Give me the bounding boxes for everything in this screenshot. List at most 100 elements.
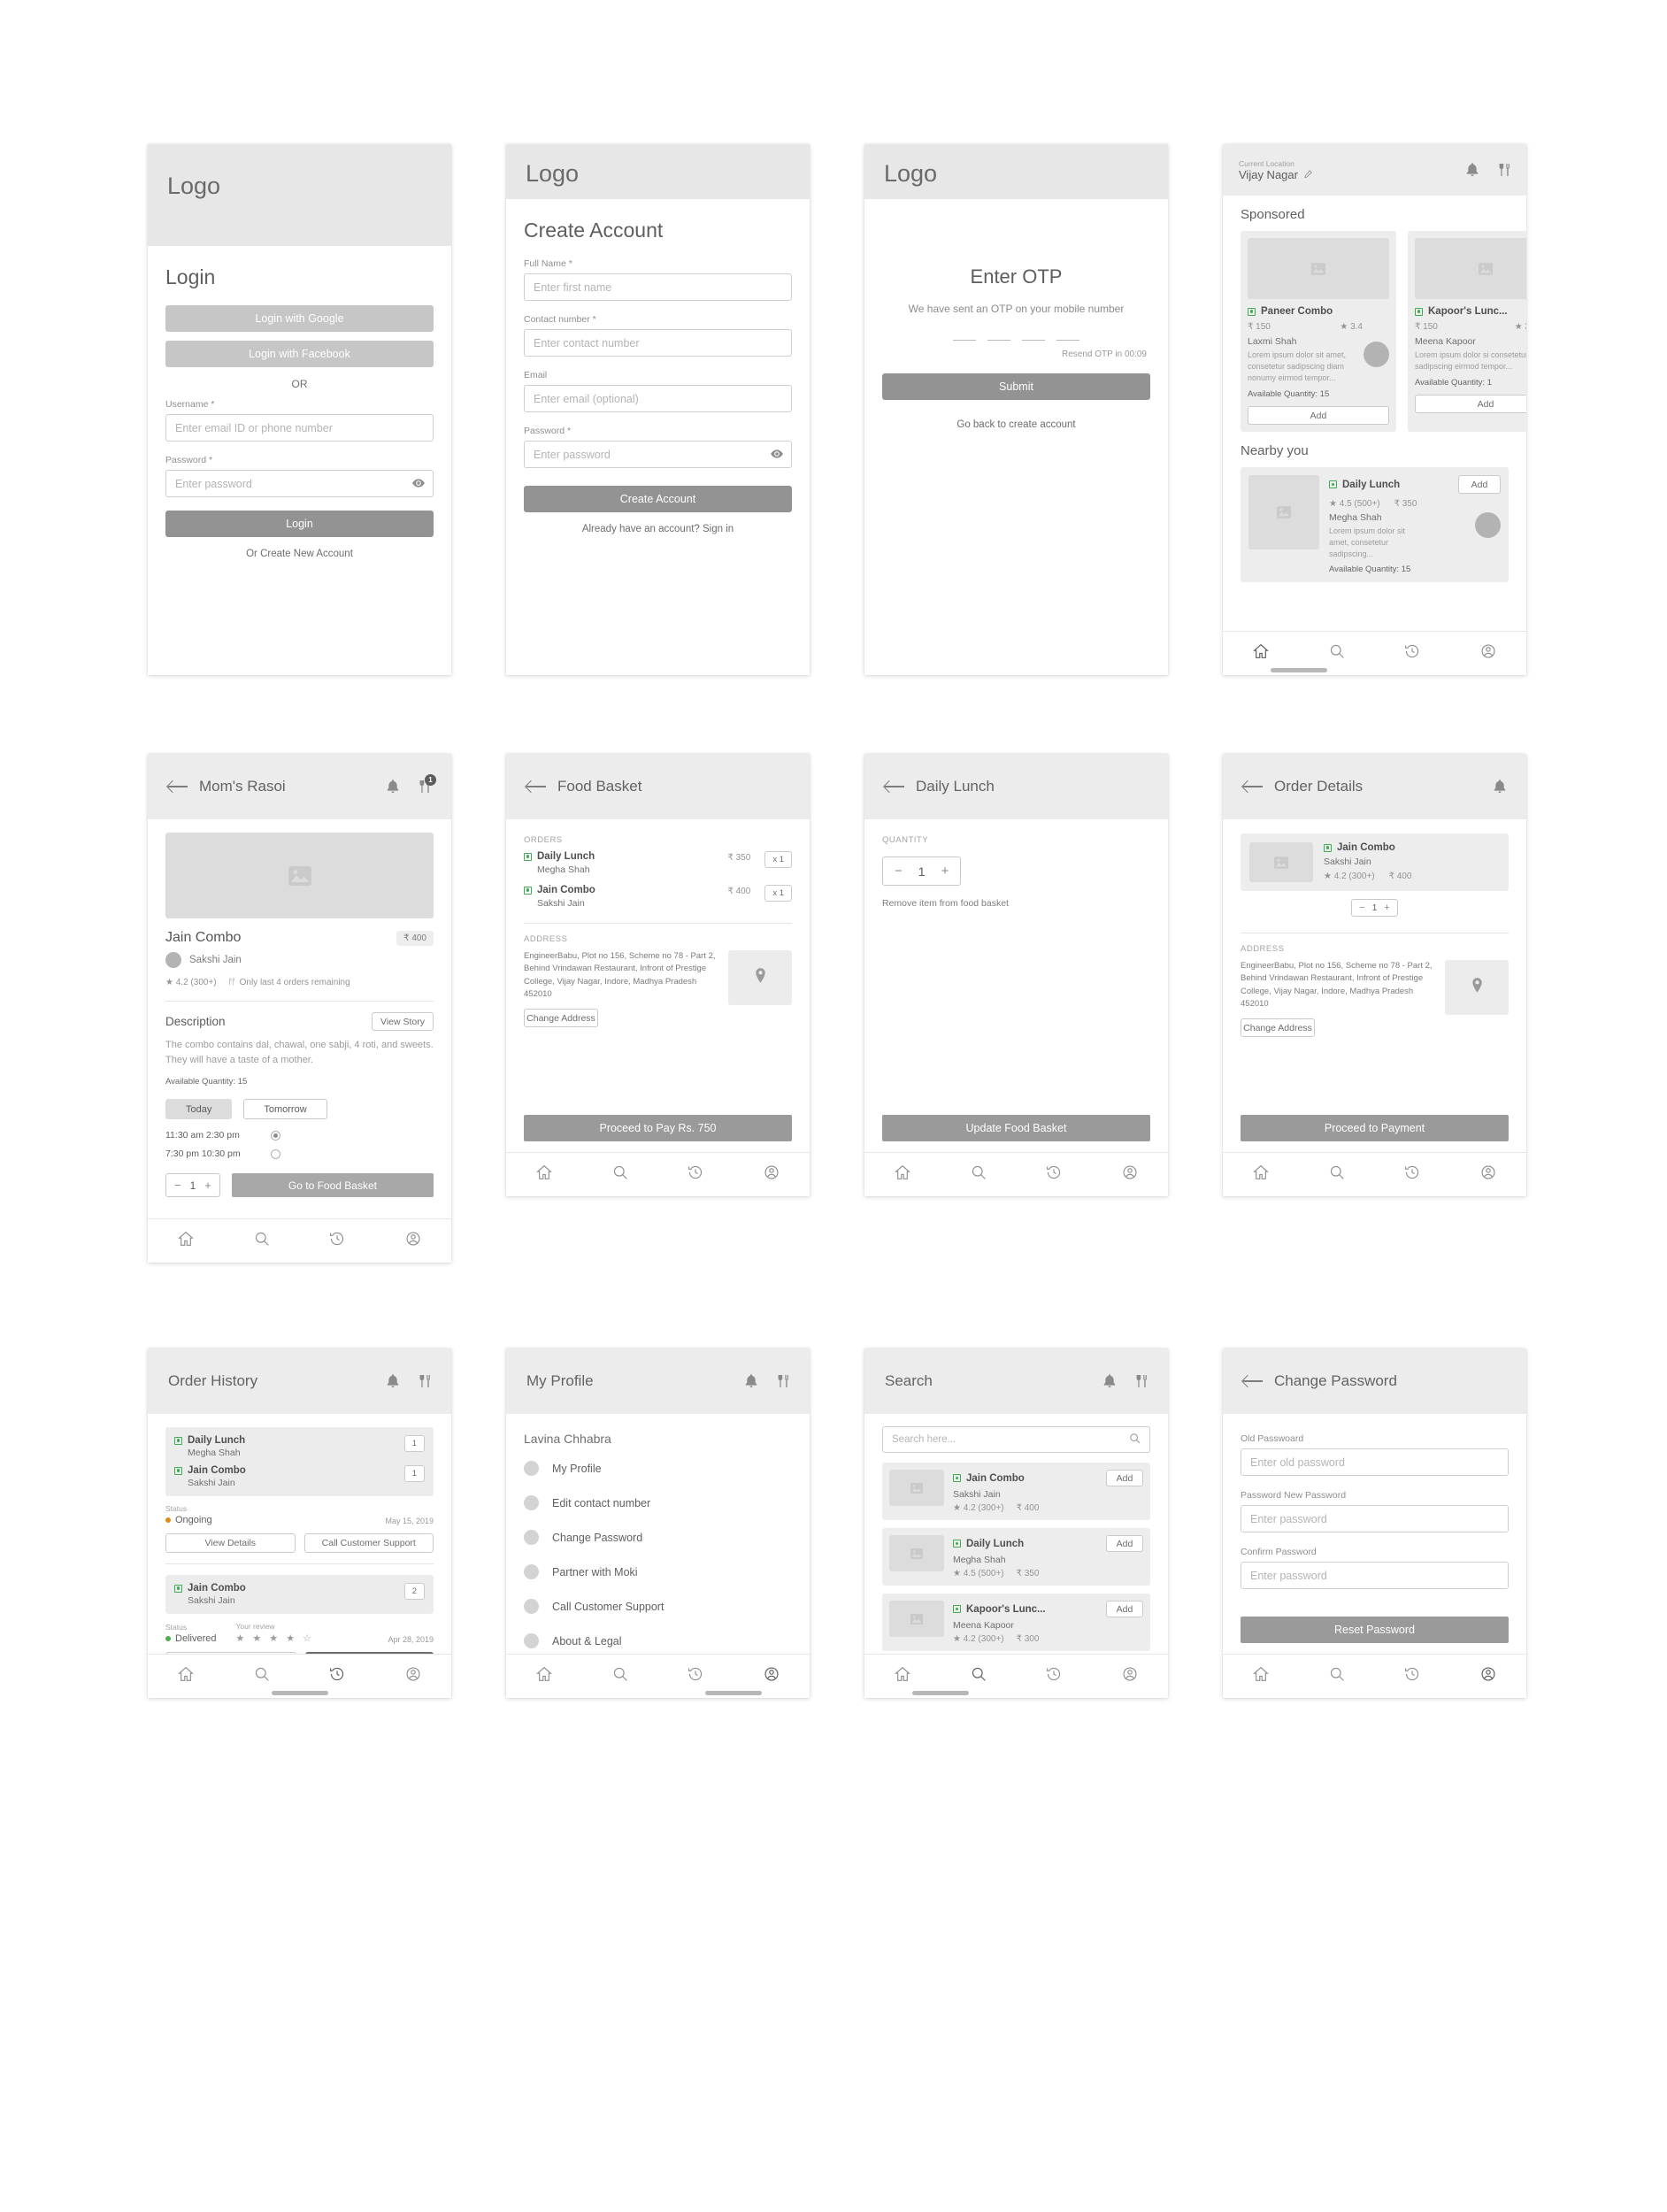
otp-input-group[interactable] xyxy=(882,340,1150,342)
map-thumbnail[interactable] xyxy=(1445,960,1509,1015)
username-input[interactable]: Enter email ID or phone number xyxy=(165,414,434,442)
cutlery-icon[interactable] xyxy=(1135,1374,1148,1388)
login-with-facebook-button[interactable]: Login with Facebook xyxy=(165,341,434,367)
nav-profile-icon[interactable] xyxy=(1480,1164,1496,1185)
add-to-basket-button[interactable]: Add xyxy=(1458,475,1501,495)
bell-icon[interactable] xyxy=(387,1374,399,1388)
cutlery-icon[interactable] xyxy=(1498,163,1510,177)
back-arrow-icon[interactable] xyxy=(526,780,546,794)
remove-item-hint[interactable]: Remove item from food basket xyxy=(882,898,1150,909)
add-to-basket-button[interactable]: Add xyxy=(1248,406,1389,426)
quantity-stepper[interactable]: − 1 + xyxy=(882,856,962,886)
nav-profile-icon[interactable] xyxy=(1480,643,1496,664)
call-customer-support-button[interactable]: Call Customer Support xyxy=(303,1533,434,1553)
nav-profile-icon[interactable] xyxy=(1122,1666,1138,1686)
change-address-button[interactable]: Change Address xyxy=(524,1009,598,1027)
bell-icon[interactable] xyxy=(387,780,399,794)
login-with-google-button[interactable]: Login with Google xyxy=(165,305,434,332)
contact-number-input[interactable]: Enter contact number xyxy=(524,329,792,357)
increment-button[interactable]: + xyxy=(204,1179,211,1192)
sponsored-carousel[interactable]: Paneer Combo ₹ 150 ★ 3.4 Laxmi Shah Lore… xyxy=(1241,231,1526,433)
map-thumbnail[interactable] xyxy=(728,950,792,1005)
nav-home-icon[interactable] xyxy=(1253,1164,1269,1185)
profile-menu-item-support[interactable]: Call Customer Support xyxy=(524,1589,792,1624)
bottom-navigation[interactable] xyxy=(148,1654,451,1698)
submit-otp-button[interactable]: Submit xyxy=(882,373,1150,401)
chef-avatar[interactable] xyxy=(165,952,181,968)
nav-search-icon[interactable] xyxy=(1329,643,1345,664)
profile-menu-item-edit-contact[interactable]: Edit contact number xyxy=(524,1486,792,1520)
sponsored-card[interactable]: Paneer Combo ₹ 150 ★ 3.4 Laxmi Shah Lore… xyxy=(1241,231,1396,433)
bottom-navigation[interactable] xyxy=(506,1654,810,1698)
view-details-button[interactable]: View Details xyxy=(165,1533,296,1553)
nav-profile-icon[interactable] xyxy=(405,1666,421,1686)
bottom-navigation[interactable] xyxy=(148,1218,451,1263)
nav-history-icon[interactable] xyxy=(688,1666,703,1686)
change-address-button[interactable]: Change Address xyxy=(1241,1018,1315,1037)
add-to-basket-button[interactable]: Add xyxy=(1106,1470,1143,1486)
current-location-block[interactable]: Current Location Vijay Nagar xyxy=(1239,159,1312,181)
nav-home-icon[interactable] xyxy=(895,1666,910,1686)
decrement-button[interactable]: − xyxy=(174,1179,181,1192)
bottom-navigation[interactable] xyxy=(1223,1152,1526,1196)
day-today-button[interactable]: Today xyxy=(165,1099,233,1120)
nav-profile-icon[interactable] xyxy=(1480,1666,1496,1686)
bottom-navigation[interactable] xyxy=(1223,631,1526,675)
nav-search-icon[interactable] xyxy=(971,1164,987,1185)
nav-search-icon[interactable] xyxy=(971,1666,987,1686)
nav-profile-icon[interactable] xyxy=(1122,1164,1138,1185)
search-result-row[interactable]: Kapoor's Lunc... Add Meena Kapoor ★ 4.2 … xyxy=(882,1594,1150,1651)
increment-button[interactable]: + xyxy=(941,864,949,879)
add-to-basket-button[interactable]: Add xyxy=(1415,395,1526,414)
nav-search-icon[interactable] xyxy=(1329,1666,1345,1686)
nav-home-icon[interactable] xyxy=(178,1666,194,1686)
nav-history-icon[interactable] xyxy=(329,1231,345,1251)
otp-digit-4[interactable] xyxy=(1056,340,1079,342)
bell-icon[interactable] xyxy=(1494,780,1506,794)
otp-digit-3[interactable] xyxy=(1022,340,1045,342)
new-password-input[interactable]: Enter password xyxy=(1241,1505,1509,1532)
otp-digit-1[interactable] xyxy=(953,340,976,342)
nav-profile-icon[interactable] xyxy=(764,1666,780,1686)
nav-home-icon[interactable] xyxy=(536,1666,552,1686)
back-arrow-icon[interactable] xyxy=(1243,1374,1263,1388)
chef-avatar[interactable] xyxy=(1475,512,1501,539)
nav-search-icon[interactable] xyxy=(1329,1164,1345,1185)
search-result-row[interactable]: Jain Combo Add Sakshi Jain ★ 4.2 (300+) … xyxy=(882,1463,1150,1520)
edit-pencil-icon[interactable] xyxy=(1303,168,1312,181)
quantity-stepper[interactable]: − 1 + xyxy=(1351,899,1398,917)
nav-history-icon[interactable] xyxy=(1404,1164,1420,1185)
nav-search-icon[interactable] xyxy=(254,1666,270,1686)
sponsored-card[interactable]: Kapoor's Lunc... ₹ 150 ★ 3 Meena Kapoor … xyxy=(1408,231,1526,433)
go-back-link[interactable]: Go back to create account xyxy=(882,419,1150,430)
back-arrow-icon[interactable] xyxy=(885,780,904,794)
back-arrow-icon[interactable] xyxy=(1243,780,1263,794)
review-stars[interactable]: ★ ★ ★ ★ ☆ xyxy=(235,1632,314,1644)
decrement-button[interactable]: − xyxy=(895,864,903,879)
create-account-button[interactable]: Create Account xyxy=(524,486,792,512)
increment-button[interactable]: + xyxy=(1384,902,1389,913)
profile-menu-item-my-profile[interactable]: My Profile xyxy=(524,1451,792,1486)
password-input[interactable]: Enter password xyxy=(524,441,792,468)
nav-history-icon[interactable] xyxy=(1404,643,1420,664)
nav-home-icon[interactable] xyxy=(178,1231,194,1251)
eye-icon[interactable] xyxy=(412,478,425,490)
password-input[interactable]: Enter password xyxy=(165,470,434,497)
otp-digit-2[interactable] xyxy=(987,340,1010,342)
old-password-input[interactable]: Enter old password xyxy=(1241,1448,1509,1476)
nav-home-icon[interactable] xyxy=(895,1164,910,1185)
bottom-navigation[interactable] xyxy=(1223,1654,1526,1698)
day-tomorrow-button[interactable]: Tomorrow xyxy=(243,1099,327,1120)
nav-history-icon[interactable] xyxy=(1046,1164,1062,1185)
nav-history-icon[interactable] xyxy=(1046,1666,1062,1686)
bottom-navigation[interactable] xyxy=(864,1654,1168,1698)
view-story-button[interactable]: View Story xyxy=(372,1012,434,1031)
search-icon[interactable] xyxy=(1129,1432,1141,1447)
bell-icon[interactable] xyxy=(1466,163,1479,177)
nav-profile-icon[interactable] xyxy=(764,1164,780,1185)
profile-menu-item-partner[interactable]: Partner with Moki xyxy=(524,1555,792,1589)
nav-history-icon[interactable] xyxy=(1404,1666,1420,1686)
nav-search-icon[interactable] xyxy=(254,1231,270,1251)
nav-home-icon[interactable] xyxy=(1253,1666,1269,1686)
decrement-button[interactable]: − xyxy=(1359,902,1364,913)
